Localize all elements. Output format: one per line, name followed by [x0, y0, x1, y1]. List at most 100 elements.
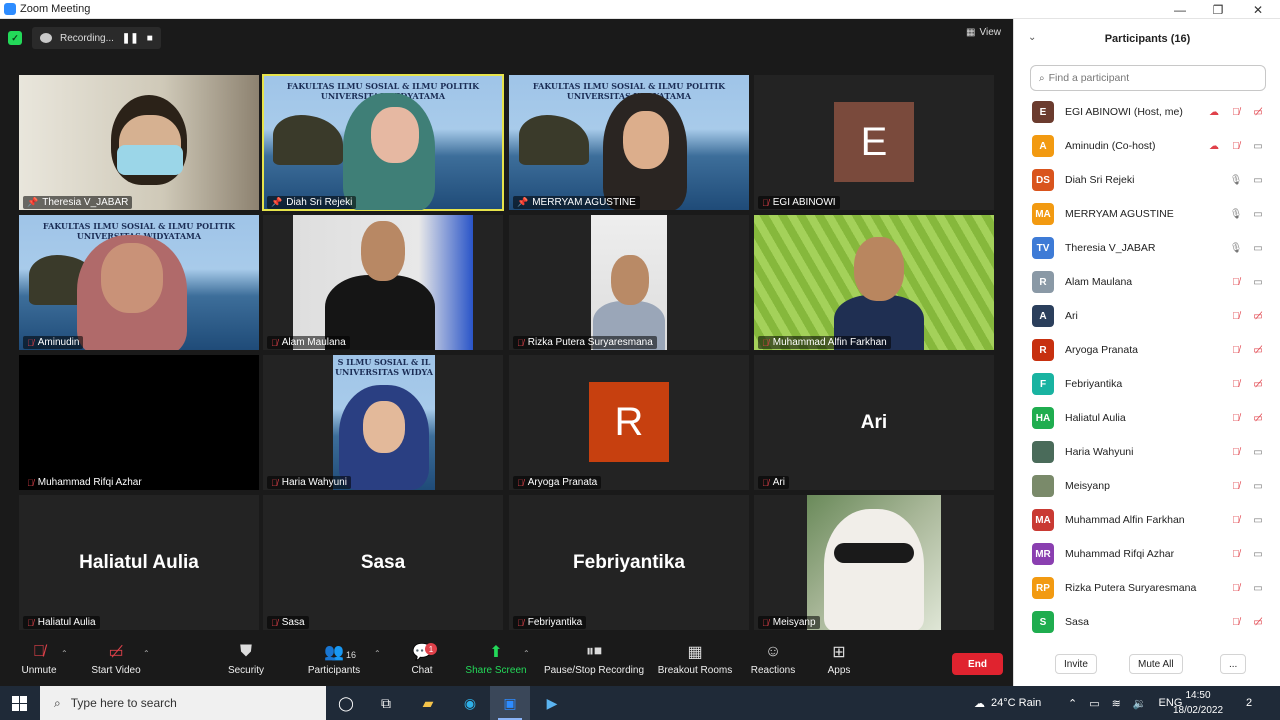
video-on-icon[interactable]: ▭	[1251, 582, 1265, 594]
video-tile[interactable]: Sasa 🎙̸ Sasa	[263, 495, 503, 630]
video-tile[interactable]: 🎙̸ Alam Maulana	[263, 215, 503, 350]
edge-browser-icon[interactable]: ◉	[450, 686, 490, 720]
mic-on-icon[interactable]: 🎙	[1229, 208, 1243, 220]
participant-row[interactable]: Haria Wahyuni 🎙̸ ▭	[1014, 435, 1280, 469]
participants-button[interactable]: 👥 Participants	[302, 631, 366, 686]
mic-off-icon[interactable]: 🎙̸	[1229, 446, 1243, 458]
participant-row[interactable]: S Sasa 🎙̸ ▭̸	[1014, 605, 1280, 639]
mic-off-icon[interactable]: 🎙̸	[1229, 582, 1243, 594]
video-off-icon[interactable]: ▭̸	[1251, 106, 1265, 118]
video-on-icon[interactable]: ▭	[1251, 174, 1265, 186]
start-video-button[interactable]: ▭̸ Start Video	[86, 631, 146, 686]
media-app-icon[interactable]: ▶	[532, 686, 572, 720]
participant-row[interactable]: A Ari 🎙̸ ▭̸	[1014, 299, 1280, 333]
participant-row[interactable]: DS Diah Sri Rejeki 🎙 ▭	[1014, 163, 1280, 197]
participant-row[interactable]: F Febriyantika 🎙̸ ▭̸	[1014, 367, 1280, 401]
video-on-icon[interactable]: ▭	[1251, 514, 1265, 526]
video-tile-active-speaker[interactable]: FAKULTAS ILMU SOSIAL & ILMU POLITIK UNIVE…	[262, 74, 504, 211]
video-on-icon[interactable]: ▭	[1251, 276, 1265, 288]
mute-all-button[interactable]: Mute All	[1129, 654, 1183, 674]
apps-button[interactable]: ⊞ Apps	[824, 631, 854, 686]
task-view-icon[interactable]: ⧉	[366, 686, 406, 720]
notification-center-icon[interactable]: 2	[1246, 686, 1252, 720]
weather-widget[interactable]: ☁ 24°C Rain	[974, 686, 1041, 720]
participant-row[interactable]: RP Rizka Putera Suryaresmana 🎙̸ ▭	[1014, 571, 1280, 605]
view-button[interactable]: ▦ View	[966, 27, 1001, 38]
video-on-icon[interactable]: ▭	[1251, 208, 1265, 220]
video-off-icon[interactable]: ▭̸	[1251, 616, 1265, 628]
mic-off-icon[interactable]: 🎙̸	[1229, 378, 1243, 390]
participant-row[interactable]: MA MERRYAM AGUSTINE 🎙 ▭	[1014, 197, 1280, 231]
video-tile[interactable]: 🎙̸ Muhammad Rifqi Azhar	[19, 355, 259, 490]
participant-row[interactable]: A Aminudin (Co-host) ☁ 🎙̸ ▭	[1014, 129, 1280, 163]
task-view-circle-icon[interactable]: ◯	[326, 686, 366, 720]
mic-off-icon[interactable]: 🎙̸	[1229, 480, 1243, 492]
mic-off-icon[interactable]: 🎙̸	[1229, 106, 1243, 118]
participant-row[interactable]: Meisyanp 🎙̸ ▭	[1014, 469, 1280, 503]
participant-row[interactable]: HA Haliatul Aulia 🎙̸ ▭̸	[1014, 401, 1280, 435]
video-tile[interactable]: S ILMU SOSIAL & IL UNIVERSITAS WIDYA 🎙̸ Ha…	[263, 355, 503, 490]
minimize-button[interactable]: —	[1160, 0, 1200, 19]
close-button[interactable]: ✕	[1238, 0, 1278, 19]
video-on-icon[interactable]: ▭	[1251, 548, 1265, 560]
video-tile[interactable]: E 🎙̸ EGI ABINOWI	[754, 75, 994, 210]
video-tile[interactable]: R 🎙̸ Aryoga Pranata	[509, 355, 749, 490]
mic-off-icon[interactable]: 🎙̸	[1229, 548, 1243, 560]
unmute-button[interactable]: 🎙̸ Unmute	[16, 631, 62, 686]
mic-on-icon[interactable]: 🎙	[1229, 242, 1243, 254]
participant-row[interactable]: TV Theresia V_JABAR 🎙 ▭	[1014, 231, 1280, 265]
more-options-button[interactable]: ...	[1220, 654, 1247, 674]
video-off-icon[interactable]: ▭̸	[1251, 412, 1265, 424]
video-off-icon[interactable]: ▭̸	[1251, 378, 1265, 390]
mic-off-icon[interactable]: 🎙̸	[1229, 276, 1243, 288]
video-tile[interactable]: FAKULTAS ILMU SOSIAL & ILMU POLITIK UNIVE…	[509, 75, 749, 210]
mic-off-icon[interactable]: 🎙̸	[1229, 412, 1243, 424]
stop-recording-button[interactable]: ■	[147, 33, 153, 44]
video-off-icon[interactable]: ▭̸	[1251, 310, 1265, 322]
network-icon[interactable]: ≋	[1112, 697, 1121, 710]
mic-off-icon[interactable]: 🎙̸	[1229, 616, 1243, 628]
video-tile[interactable]: 🎙̸ Rizka Putera Suryaresmana	[509, 215, 749, 350]
taskbar-clock[interactable]: 14:50 18/02/2022	[1168, 688, 1228, 718]
video-tile[interactable]: Haliatul Aulia 🎙̸ Haliatul Aulia	[19, 495, 259, 630]
participants-options-chevron-icon[interactable]: ⌃	[374, 649, 381, 658]
volume-icon[interactable]: 🔉	[1133, 697, 1147, 710]
pause-stop-recording-button[interactable]: ⏸⏹ Pause/Stop Recording	[542, 631, 646, 686]
chat-button[interactable]: 💬 Chat	[404, 631, 440, 686]
encryption-shield-icon[interactable]: ✓	[8, 31, 22, 45]
video-tile[interactable]: Febriyantika 🎙̸ Febriyantika	[509, 495, 749, 630]
share-options-chevron-icon[interactable]: ⌃	[523, 649, 530, 658]
video-tile[interactable]: 🎙̸ Meisyanp	[754, 495, 994, 630]
participant-row[interactable]: R Alam Maulana 🎙̸ ▭	[1014, 265, 1280, 299]
battery-icon[interactable]: ▭	[1089, 697, 1099, 710]
windows-start-icon[interactable]	[12, 696, 27, 711]
audio-options-chevron-icon[interactable]: ⌃	[61, 649, 68, 658]
video-on-icon[interactable]: ▭	[1251, 480, 1265, 492]
security-button[interactable]: ⛊ Security	[222, 631, 270, 686]
video-off-icon[interactable]: ▭̸	[1251, 344, 1265, 356]
participant-row[interactable]: R Aryoga Pranata 🎙̸ ▭̸	[1014, 333, 1280, 367]
video-tile[interactable]: FAKULTAS ILMU SOSIAL & ILMU POLITIK UNIVE…	[19, 215, 259, 350]
breakout-rooms-button[interactable]: ▦ Breakout Rooms	[656, 631, 734, 686]
video-on-icon[interactable]: ▭	[1251, 446, 1265, 458]
video-tile[interactable]: Ari 🎙̸ Ari	[754, 355, 994, 490]
pause-recording-button[interactable]: ❚❚	[122, 33, 139, 44]
zoom-taskbar-icon[interactable]: ▣	[490, 686, 530, 720]
mic-off-icon[interactable]: 🎙̸	[1229, 514, 1243, 526]
video-options-chevron-icon[interactable]: ⌃	[143, 649, 150, 658]
video-tile[interactable]: 📌 Theresia V_JABAR	[19, 75, 259, 210]
video-tile[interactable]: 🎙̸ Muhammad Alfin Farkhan	[754, 215, 994, 350]
reactions-button[interactable]: ☺ Reactions	[748, 631, 798, 686]
invite-button[interactable]: Invite	[1055, 654, 1097, 674]
participant-row[interactable]: MA Muhammad Alfin Farkhan 🎙̸ ▭	[1014, 503, 1280, 537]
taskbar-search-box[interactable]: ⌕ Type here to search	[40, 686, 326, 720]
mic-on-icon[interactable]: 🎙	[1229, 174, 1243, 186]
video-on-icon[interactable]: ▭	[1251, 140, 1265, 152]
participant-row[interactable]: E EGI ABINOWI (Host, me) ☁ 🎙̸ ▭̸	[1014, 95, 1280, 129]
mic-off-icon[interactable]: 🎙̸	[1229, 310, 1243, 322]
mic-off-icon[interactable]: 🎙̸	[1229, 140, 1243, 152]
tray-chevron-icon[interactable]: ⌃	[1068, 697, 1077, 710]
end-meeting-button[interactable]: End	[952, 653, 1003, 675]
mic-off-icon[interactable]: 🎙̸	[1229, 344, 1243, 356]
video-on-icon[interactable]: ▭	[1251, 242, 1265, 254]
